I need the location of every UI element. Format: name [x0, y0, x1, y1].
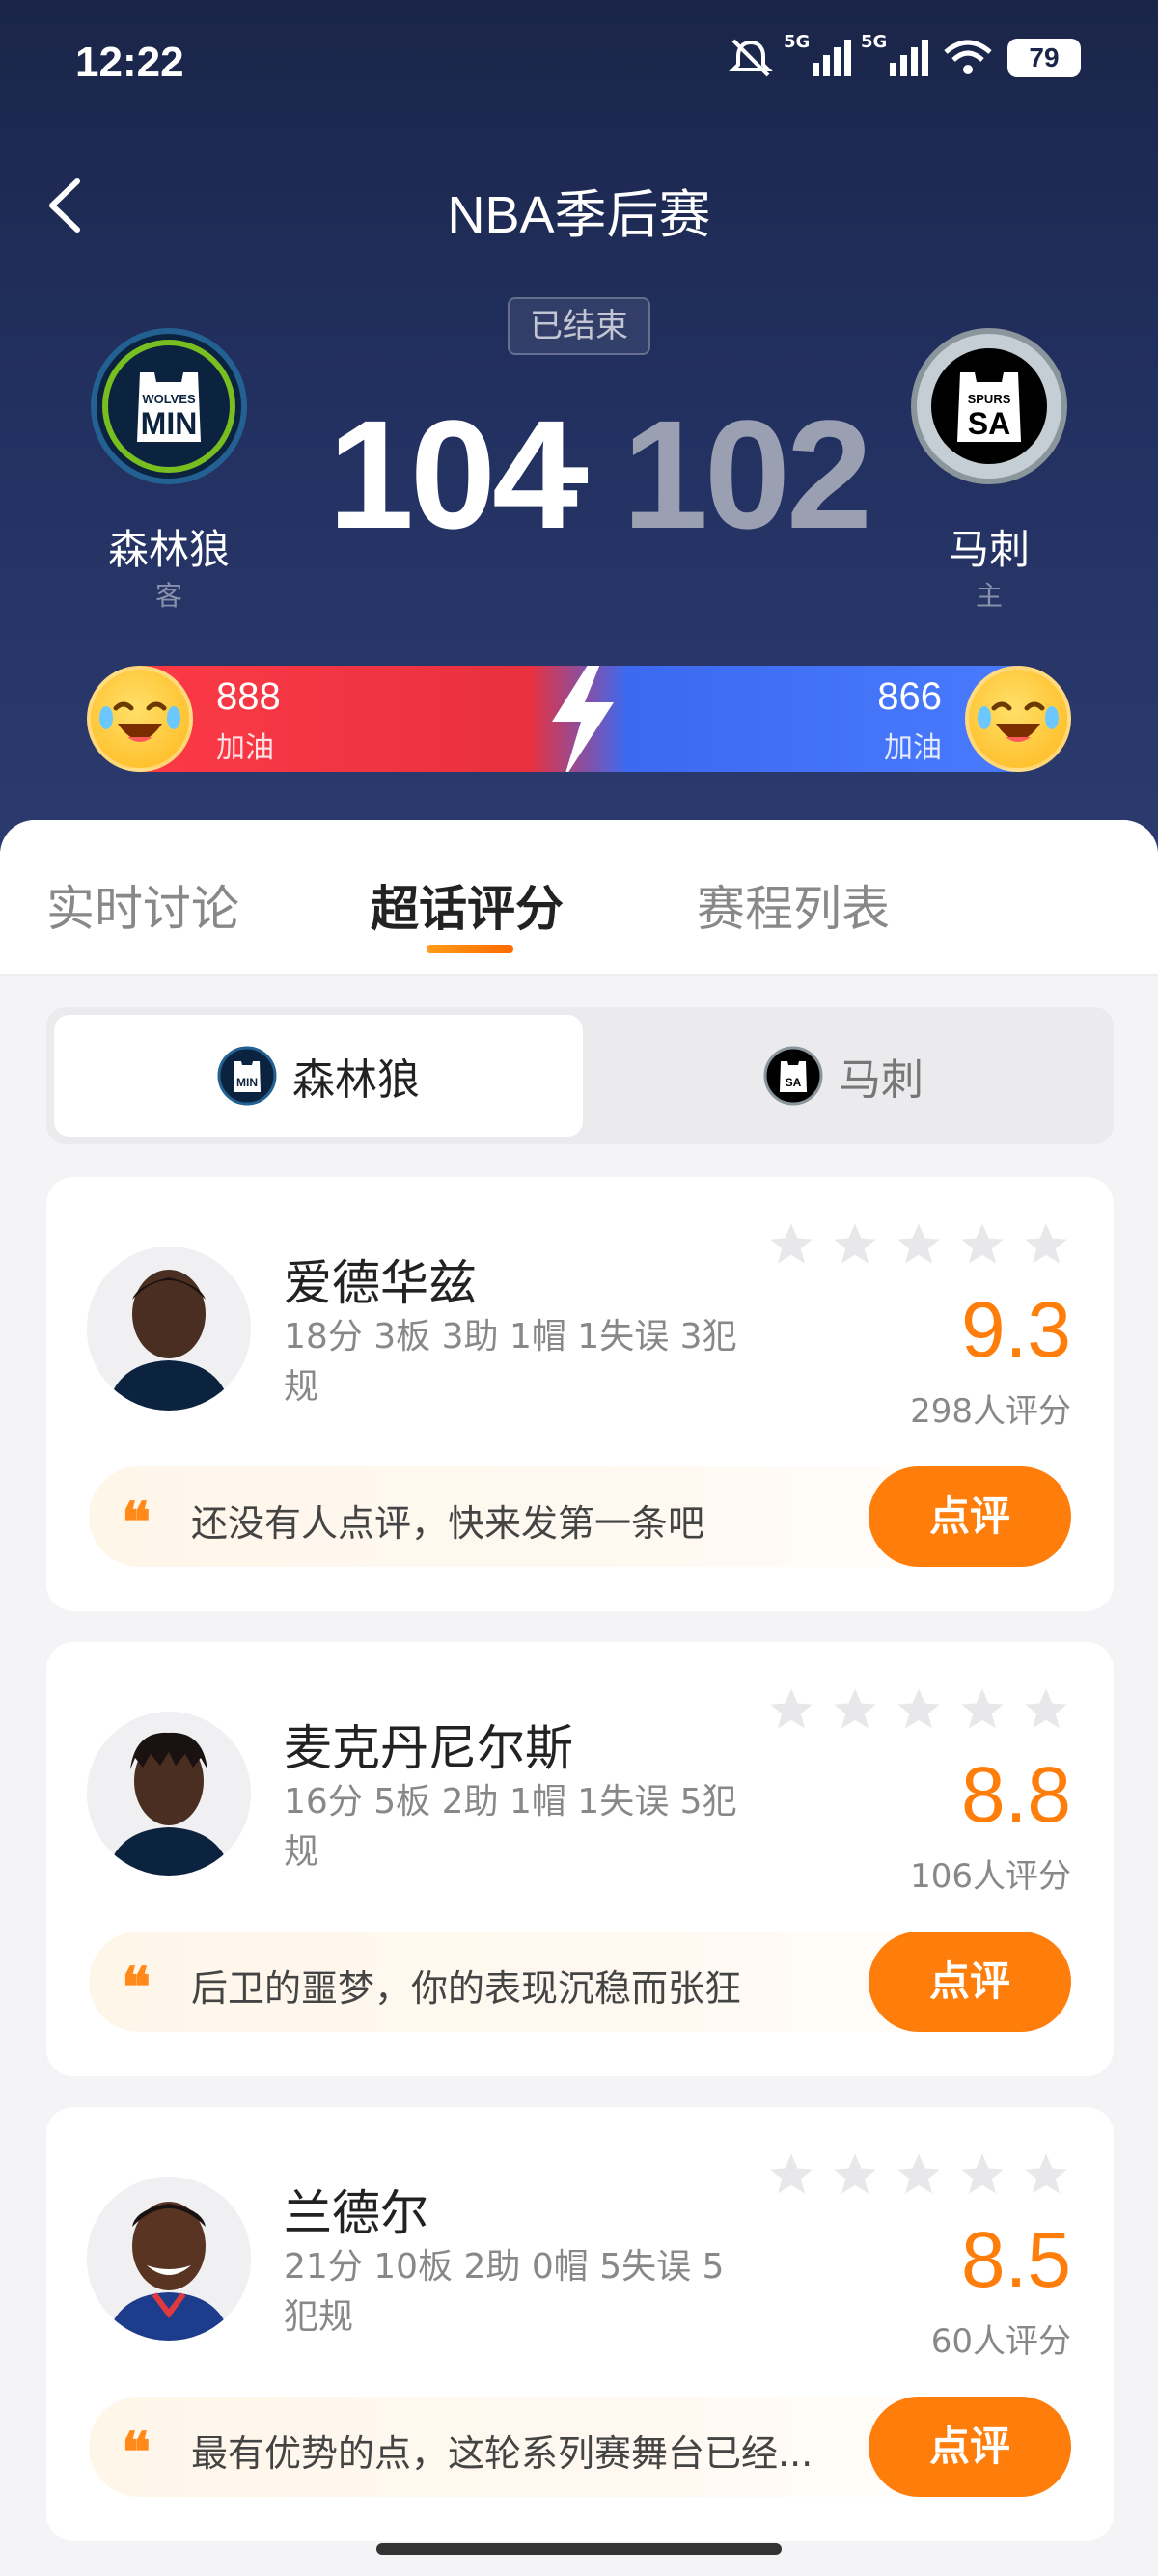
- cheer-home-emoji-button[interactable]: [87, 666, 193, 772]
- spurs-logo-icon: SA: [763, 1046, 823, 1106]
- player-card[interactable]: 麦克丹尼尔斯 16分 5板 2助 1帽 1失误 5犯规 8.8 106人评分 ❝…: [46, 1642, 1114, 2076]
- star-icon: [770, 1688, 813, 1729]
- tab-live-discussion[interactable]: 实时讨论: [46, 870, 239, 940]
- star-icon: [834, 1688, 876, 1729]
- player-name: 兰德尔: [284, 2185, 428, 2241]
- home-indicator[interactable]: [376, 2543, 782, 2555]
- mini-logo-text-home: MIN: [236, 1076, 258, 1089]
- signal-icon: 5G: [784, 32, 851, 76]
- away-team-role: 主: [975, 580, 1003, 612]
- match-header: 12:22 5G 5G 79 NBA季后赛 已结束 WOLVES MIN 森林狼…: [0, 0, 1158, 859]
- player-stats: 16分 5板 2助 1帽 1失误 5犯规: [284, 1782, 737, 1872]
- team-switch-spurs-label: 马刺: [839, 1055, 924, 1105]
- team-logo-spurs[interactable]: SPURS SA: [911, 328, 1067, 484]
- comment-bar[interactable]: ❝ 还没有人点评，快来发第一条吧 点评: [89, 1466, 1071, 1567]
- rating-count: 298人评分: [910, 1392, 1071, 1431]
- player-name: 麦克丹尼尔斯: [284, 1720, 573, 1776]
- away-cheer-label: 加油: [884, 731, 942, 765]
- player-rating: 8.5: [961, 2216, 1071, 2304]
- home-cheer-count: 888: [216, 675, 281, 718]
- status-time: 12:22: [75, 39, 184, 86]
- player-rating: 8.8: [961, 1751, 1071, 1839]
- home-team-role: 客: [154, 580, 182, 612]
- home-score: 104: [328, 388, 578, 561]
- tab-bar: 实时讨论 超话评分 赛程列表: [0, 820, 1158, 976]
- review-button[interactable]: 点评: [868, 1932, 1071, 2032]
- player-name: 爱德华兹: [284, 1255, 477, 1311]
- tab-active-indicator: [427, 945, 513, 953]
- home-cheer-label: 加油: [216, 731, 274, 765]
- wifi-icon: [944, 40, 992, 74]
- rating-stars[interactable]: [766, 1685, 1071, 1735]
- star-icon: [834, 2153, 876, 2194]
- player-rating: 9.3: [961, 1286, 1071, 1374]
- comment-text: 最有优势的点，这轮系列赛舞台已经...: [191, 2432, 813, 2475]
- comment-text: 后卫的噩梦，你的表现沉稳而张狂: [191, 1967, 742, 2010]
- network-label-2: 5G: [861, 32, 888, 52]
- team-switch-wolves-label: 森林狼: [292, 1055, 420, 1105]
- logo-text-top-away: SPURS: [968, 392, 1011, 406]
- rating-stars[interactable]: [766, 2150, 1071, 2200]
- team-switch-wolves[interactable]: MIN 森林狼: [54, 1015, 583, 1137]
- star-icon: [834, 1223, 876, 1264]
- rating-stars[interactable]: [766, 1219, 1071, 1270]
- star-icon: [961, 1688, 1004, 1729]
- team-switcher: MIN 森林狼 SA 马刺: [46, 1007, 1114, 1144]
- player-avatar: [87, 2177, 251, 2341]
- player-card[interactable]: 爱德华兹 18分 3板 3助 1帽 1失误 3犯规 9.3 298人评分 ❝ 还…: [46, 1177, 1114, 1611]
- quote-icon: ❝: [122, 1956, 152, 2019]
- network-label: 5G: [784, 32, 811, 52]
- star-icon: [770, 2153, 813, 2194]
- comment-bar[interactable]: ❝ 最有优势的点，这轮系列赛舞台已经... 点评: [89, 2397, 1071, 2497]
- cheer-away-emoji-button[interactable]: [965, 666, 1071, 772]
- review-button[interactable]: 点评: [868, 1466, 1071, 1567]
- player-card[interactable]: 兰德尔 21分 10板 2助 0帽 5失误 5犯规 8.5 60人评分 ❝ 最有…: [46, 2107, 1114, 2541]
- star-icon: [897, 1688, 940, 1729]
- logo-text-main-away: SA: [968, 406, 1010, 441]
- tab-topic-rating[interactable]: 超话评分: [371, 870, 564, 940]
- star-icon: [897, 2153, 940, 2194]
- lightning-icon: [552, 666, 614, 772]
- mute-icon: [729, 39, 773, 77]
- home-team-name: 森林狼: [107, 526, 230, 573]
- game-status-badge: 已结束: [508, 297, 650, 355]
- page-title: NBA季后赛: [447, 186, 711, 244]
- score-separator: -: [548, 388, 593, 539]
- rating-count: 106人评分: [910, 1857, 1071, 1896]
- away-cheer-count: 866: [877, 675, 942, 718]
- player-stats: 18分 3板 3助 1帽 1失误 3犯规: [284, 1317, 737, 1407]
- tab-schedule[interactable]: 赛程列表: [697, 870, 890, 940]
- team-logo-wolves[interactable]: WOLVES MIN: [91, 328, 247, 484]
- status-bar: 12:22 5G 5G 79: [0, 0, 1158, 125]
- away-team-name: 马刺: [948, 526, 1030, 573]
- star-icon: [897, 1223, 940, 1264]
- star-icon: [1025, 1688, 1067, 1729]
- cheer-bar: 888 加油 866 加油: [89, 666, 1069, 772]
- mini-logo-text-away: SA: [786, 1076, 802, 1089]
- star-icon: [1025, 1223, 1067, 1264]
- star-icon: [770, 1223, 813, 1264]
- comment-text: 还没有人点评，快来发第一条吧: [191, 1502, 705, 1545]
- comment-bar[interactable]: ❝ 后卫的噩梦，你的表现沉稳而张狂 点评: [89, 1932, 1071, 2032]
- logo-text-top: WOLVES: [142, 392, 196, 406]
- team-switch-spurs[interactable]: SA 马刺: [579, 1015, 1108, 1137]
- logo-text-main: MIN: [141, 406, 198, 441]
- away-score: 102: [622, 388, 872, 561]
- signal-icon-2: 5G: [861, 32, 928, 76]
- star-icon: [961, 1223, 1004, 1264]
- laughing-face-icon: [99, 701, 180, 742]
- star-icon: [961, 2153, 1004, 2194]
- player-stats: 21分 10板 2助 0帽 5失误 5犯规: [284, 2247, 725, 2337]
- rating-count: 60人评分: [930, 2322, 1071, 2361]
- player-avatar: [87, 1247, 251, 1411]
- player-avatar: [87, 1712, 251, 1876]
- quote-icon: ❝: [122, 2421, 152, 2484]
- battery-indicator: 79: [1007, 39, 1081, 77]
- wolves-logo-icon: MIN: [217, 1046, 277, 1106]
- quote-icon: ❝: [122, 1491, 152, 1554]
- review-button[interactable]: 点评: [868, 2397, 1071, 2497]
- star-icon: [1025, 2153, 1067, 2194]
- laughing-face-icon: [978, 701, 1059, 742]
- status-icons: 5G 5G 79: [728, 32, 1081, 79]
